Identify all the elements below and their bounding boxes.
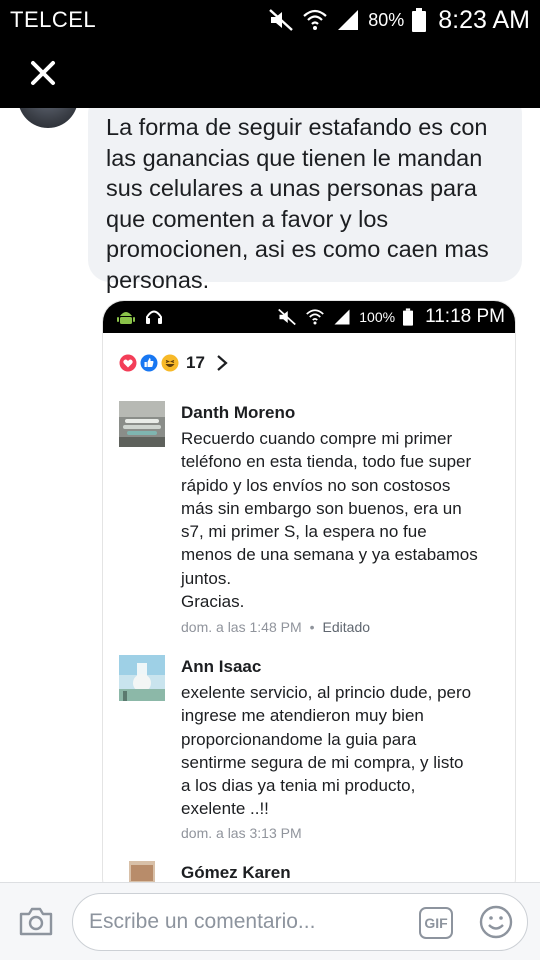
avatar[interactable] bbox=[119, 655, 165, 701]
clock: 11:18 PM bbox=[425, 306, 505, 327]
like-reaction-icon bbox=[140, 354, 158, 372]
reactions-summary[interactable]: 17 bbox=[119, 353, 230, 373]
comment-author[interactable]: Gómez Karen bbox=[181, 863, 291, 882]
comment-item: Gómez Karen bbox=[119, 861, 509, 882]
reactions-count: 17 bbox=[186, 353, 205, 372]
emoji-icon[interactable] bbox=[479, 905, 513, 939]
comment-time[interactable]: dom. a las 1:48 PM bbox=[181, 619, 302, 635]
close-icon[interactable] bbox=[28, 58, 58, 88]
android-icon bbox=[117, 312, 135, 324]
comment-text: exelente servicio, al princio dude, pero… bbox=[181, 683, 472, 819]
headset-icon bbox=[146, 310, 162, 324]
signal-icon bbox=[338, 10, 359, 30]
comment-composer: Escribe un comentario... GIF bbox=[0, 882, 540, 960]
avatar[interactable] bbox=[18, 108, 78, 128]
comment-bubble[interactable]: La forma de seguir estafando es con las … bbox=[88, 108, 522, 293]
battery-icon bbox=[403, 308, 414, 326]
comment-meta: dom. a las 3:13 PM bbox=[181, 825, 302, 841]
attached-screenshot[interactable]: 100% 11:18 PM 17 Danth Moreno Recuerdo c… bbox=[102, 300, 516, 882]
comment-input-placeholder: Escribe un comentario... bbox=[89, 910, 316, 933]
battery-icon bbox=[412, 8, 427, 32]
love-reaction-icon bbox=[119, 354, 137, 372]
comment-text: Recuerdo cuando compre mi primer teléfon… bbox=[181, 429, 478, 612]
camera-icon[interactable] bbox=[18, 905, 54, 937]
comment-meta: dom. a las 1:48 PM • Editado bbox=[181, 619, 371, 635]
battery-percent: 100% bbox=[359, 309, 396, 325]
comment-thread: La forma de seguir estafando es con las … bbox=[0, 108, 540, 882]
comment-time[interactable]: dom. a las 3:13 PM bbox=[181, 825, 302, 841]
comment-input[interactable]: Escribe un comentario... GIF bbox=[72, 893, 528, 951]
carrier-name: TELCEL bbox=[10, 7, 97, 32]
gif-button[interactable]: GIF bbox=[419, 907, 453, 939]
mute-icon bbox=[269, 9, 294, 31]
battery-percent: 80% bbox=[368, 9, 405, 30]
comment-author[interactable]: Ann Isaac bbox=[181, 657, 261, 677]
wifi-icon bbox=[306, 309, 325, 325]
avatar[interactable] bbox=[119, 861, 165, 882]
wifi-icon bbox=[303, 9, 327, 30]
mute-icon bbox=[278, 308, 297, 326]
status-bar: TELCEL 80% 8:23 AM bbox=[0, 0, 540, 40]
top-bar bbox=[0, 40, 540, 108]
signal-icon bbox=[334, 309, 350, 325]
comment-item: Ann Isaac exelente servicio, al princio … bbox=[119, 655, 509, 845]
comment-author[interactable]: Danth Moreno bbox=[181, 403, 295, 423]
avatar[interactable] bbox=[119, 401, 165, 447]
edited-label[interactable]: Editado bbox=[323, 619, 370, 635]
comment-text: La forma de seguir estafando es con las … bbox=[106, 114, 489, 293]
chevron-right-icon bbox=[217, 355, 228, 371]
comment-item: Danth Moreno Recuerdo cuando compre mi p… bbox=[119, 401, 509, 641]
clock: 8:23 AM bbox=[438, 5, 530, 34]
haha-reaction-icon bbox=[161, 354, 179, 372]
inner-status-bar: 100% 11:18 PM bbox=[103, 301, 515, 333]
